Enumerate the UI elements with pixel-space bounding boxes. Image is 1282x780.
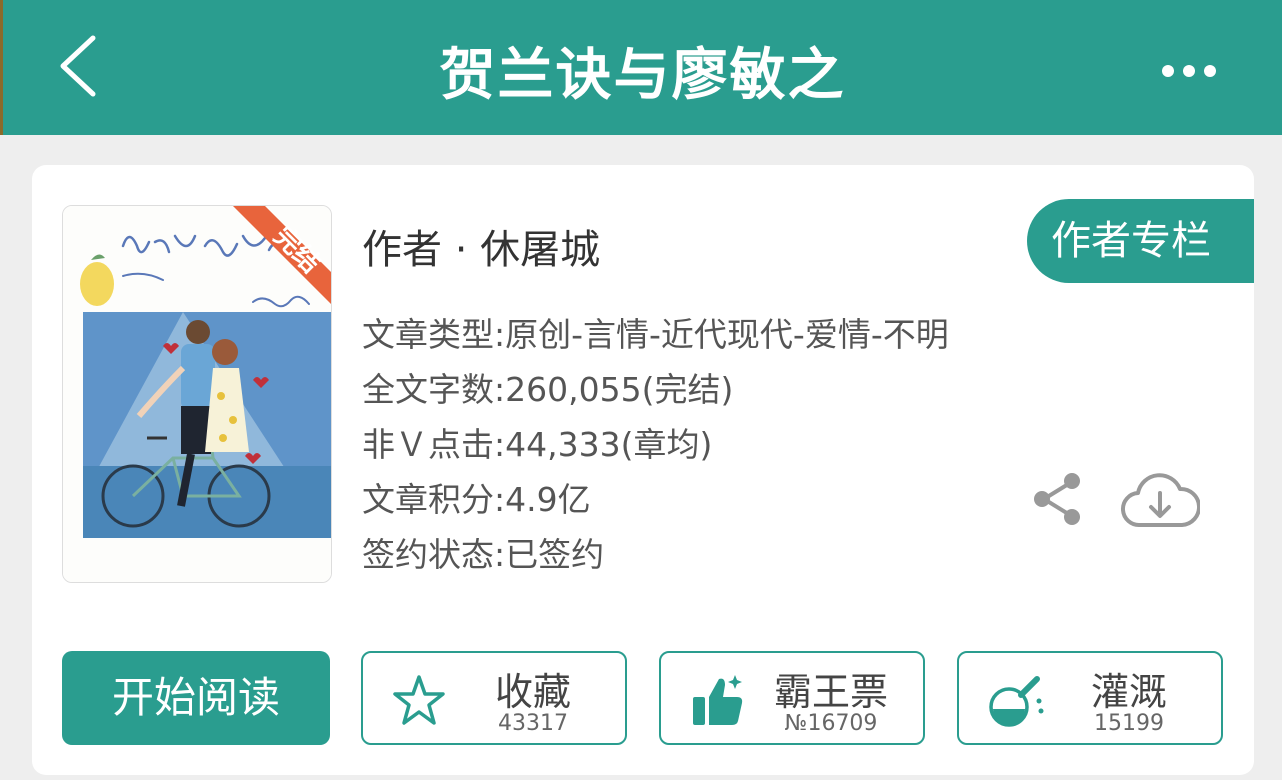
nutrient-label: 灌溉 bbox=[1090, 670, 1167, 714]
more-icon bbox=[1162, 65, 1216, 77]
thumbs-up-icon bbox=[693, 675, 743, 725]
ticket-count: №16709 bbox=[784, 711, 878, 736]
meta-word-count: 全文字数:260,055(完结) bbox=[362, 370, 734, 409]
meta-clicks: 非Ｖ点击:44,333(章均) bbox=[362, 425, 713, 464]
meta-type: 文章类型:原创-言情-近代现代-爱情-不明 bbox=[362, 315, 949, 354]
book-meta: 文章类型:原创-言情-近代现代-爱情-不明 全文字数:260,055(完结) 非… bbox=[362, 311, 949, 586]
nutrient-button[interactable]: 灌溉 15199 bbox=[957, 651, 1223, 745]
share-icon bbox=[1034, 473, 1080, 525]
flask-icon bbox=[989, 676, 1044, 727]
cloud-download-icon bbox=[1121, 473, 1202, 528]
download-button[interactable] bbox=[1120, 469, 1202, 533]
nutrient-count: 15199 bbox=[1094, 711, 1164, 736]
more-button[interactable] bbox=[1159, 56, 1219, 86]
start-reading-button[interactable]: 开始阅读 bbox=[62, 651, 330, 745]
completed-ribbon: 完结 bbox=[233, 206, 331, 304]
meta-score: 文章积分:4.9亿 bbox=[362, 480, 591, 519]
share-button[interactable] bbox=[1030, 471, 1086, 527]
favorite-label: 收藏 bbox=[494, 670, 571, 714]
meta-sign-status: 签约状态:已签约 bbox=[362, 535, 605, 574]
ticket-label: 霸王票 bbox=[773, 670, 888, 714]
ticket-button[interactable]: 霸王票 №16709 bbox=[659, 651, 925, 745]
author-line: 作者 · 休屠城 bbox=[362, 227, 601, 273]
page-title: 贺兰诀与廖敏之 bbox=[439, 43, 846, 108]
favorite-count: 43317 bbox=[498, 711, 568, 736]
book-info-card: 完结 作者 · 休屠城 作者专栏 文章类型:原创-言情-近代现代-爱情-不明 全… bbox=[32, 165, 1254, 775]
favorite-button[interactable]: 收藏 43317 bbox=[361, 651, 627, 745]
author-column-button[interactable]: 作者专栏 bbox=[1027, 199, 1254, 283]
book-cover[interactable]: 完结 bbox=[62, 205, 332, 583]
top-bar: 贺兰诀与廖敏之 bbox=[0, 0, 1282, 135]
star-icon bbox=[393, 675, 445, 725]
